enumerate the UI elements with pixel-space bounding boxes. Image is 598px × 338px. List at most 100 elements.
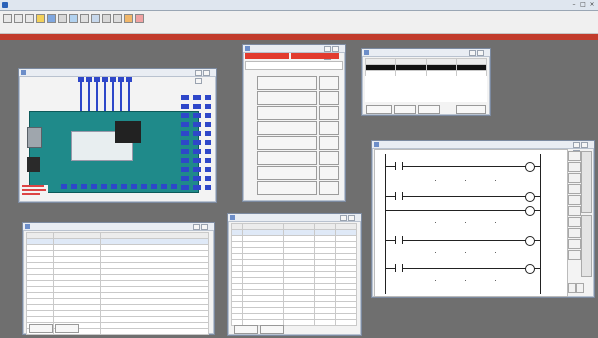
coil-symbol[interactable] <box>525 192 535 202</box>
keypad-right-column <box>319 76 339 195</box>
coil-symbol[interactable] <box>525 162 535 172</box>
app-titlebar: – □ × <box>0 0 598 11</box>
tool-contact-icon[interactable] <box>568 151 581 161</box>
alarm-window-titlebar[interactable] <box>362 49 490 64</box>
tool-move-icon[interactable] <box>568 217 581 227</box>
tag-table-right-button-1[interactable] <box>234 325 258 334</box>
tool-line-icon[interactable] <box>568 250 581 260</box>
tag-table-left-button-2[interactable] <box>55 324 79 333</box>
power-jack <box>27 157 40 172</box>
keypad-window-titlebar[interactable] <box>243 45 345 60</box>
ladder-side-toolbar <box>568 151 592 295</box>
contact-symbol[interactable] <box>395 264 403 272</box>
tool-math-icon[interactable] <box>568 206 581 216</box>
tool-compare-icon[interactable] <box>568 195 581 205</box>
tag-table-left-titlebar[interactable] <box>23 223 214 238</box>
top-pin-wires-svg <box>78 77 132 111</box>
tag-table-right <box>231 223 357 326</box>
alarm-button-4[interactable] <box>456 105 486 114</box>
open-icon[interactable] <box>14 14 23 23</box>
window-buttons[interactable] <box>323 46 343 60</box>
window-icon <box>374 142 379 147</box>
run-icon[interactable] <box>135 14 144 23</box>
tool-counter-icon[interactable] <box>568 184 581 194</box>
key-4[interactable] <box>257 121 317 135</box>
tag-table-left-window[interactable] <box>22 222 215 335</box>
compile-icon[interactable] <box>91 14 100 23</box>
arduino-window-titlebar[interactable] <box>19 69 216 84</box>
coil-symbol[interactable] <box>525 264 535 274</box>
upload-icon[interactable] <box>80 14 89 23</box>
alarm-button-1[interactable] <box>366 105 392 114</box>
keypad-display-right <box>291 53 339 59</box>
alarm-window[interactable] <box>361 48 491 116</box>
side-tab-1[interactable] <box>581 151 592 213</box>
alarm-table <box>364 58 488 77</box>
window-buttons[interactable] <box>339 215 359 229</box>
tag-table-right-window[interactable] <box>227 213 362 336</box>
tool-branch-icon[interactable] <box>568 228 581 238</box>
side-tab-2[interactable] <box>581 215 592 277</box>
new-icon[interactable] <box>3 14 12 23</box>
folder-icon[interactable] <box>36 14 45 23</box>
tag-table-left-button-1[interactable] <box>29 324 53 333</box>
key-1[interactable] <box>257 76 317 90</box>
ladder-window-titlebar[interactable] <box>372 141 594 156</box>
window-icon <box>364 50 369 55</box>
tag-table-right-titlebar[interactable] <box>228 214 361 229</box>
key-5[interactable] <box>257 136 317 150</box>
arduino-window[interactable] <box>18 68 217 203</box>
ladder-window[interactable] <box>371 140 595 298</box>
window-buttons[interactable] <box>468 50 488 64</box>
stop-icon[interactable] <box>124 14 133 23</box>
right-pin-column-svg <box>181 95 211 190</box>
coil-symbol[interactable] <box>525 236 535 246</box>
key-3[interactable] <box>257 106 317 120</box>
monitor-icon[interactable] <box>58 14 67 23</box>
contact-symbol[interactable] <box>395 236 403 244</box>
board-note <box>22 185 48 199</box>
maximize-icon[interactable]: □ <box>579 1 587 8</box>
contact-symbol[interactable] <box>395 162 403 170</box>
close-icon[interactable]: × <box>588 1 596 8</box>
download-icon[interactable] <box>69 14 78 23</box>
tool-delete-icon[interactable] <box>568 239 581 249</box>
app-icon <box>2 2 8 8</box>
right-power-rail <box>540 154 541 294</box>
window-buttons[interactable] <box>572 142 592 156</box>
connect-icon[interactable] <box>47 14 56 23</box>
key-7[interactable] <box>257 166 317 180</box>
coil-symbol[interactable] <box>525 206 535 216</box>
tool-timer-icon[interactable] <box>568 173 581 183</box>
alarm-button-3[interactable] <box>418 105 440 114</box>
key-6[interactable] <box>257 151 317 165</box>
window-buttons[interactable] <box>192 224 212 238</box>
usb-port <box>27 127 42 148</box>
keypad-window[interactable] <box>242 44 346 202</box>
minimize-icon[interactable]: – <box>570 1 578 8</box>
contact-symbol[interactable] <box>395 192 403 200</box>
window-icon <box>25 224 30 229</box>
key-8[interactable] <box>257 181 317 195</box>
zoom-in-icon[interactable] <box>568 283 576 293</box>
keypad-display-left <box>245 53 289 59</box>
window-buttons[interactable] <box>194 70 214 84</box>
bottom-pin-row-svg <box>61 184 177 189</box>
tool-coil-icon[interactable] <box>568 162 581 172</box>
top-pin-wires <box>77 77 137 111</box>
ladder-canvas[interactable] <box>374 149 568 297</box>
alarm-button-2[interactable] <box>394 105 416 114</box>
key-2[interactable] <box>257 91 317 105</box>
table-row[interactable] <box>26 328 209 335</box>
settings-icon[interactable] <box>102 14 111 23</box>
rung-wire <box>385 210 540 211</box>
print-icon[interactable] <box>113 14 122 23</box>
left-power-rail <box>385 154 386 294</box>
rung-wire <box>385 268 540 269</box>
window-icon <box>230 215 235 220</box>
zoom-out-icon[interactable] <box>576 283 584 293</box>
tag-table-right-button-2[interactable] <box>260 325 284 334</box>
save-icon[interactable] <box>25 14 34 23</box>
right-pin-column <box>179 93 213 197</box>
rung-wire <box>385 196 540 197</box>
